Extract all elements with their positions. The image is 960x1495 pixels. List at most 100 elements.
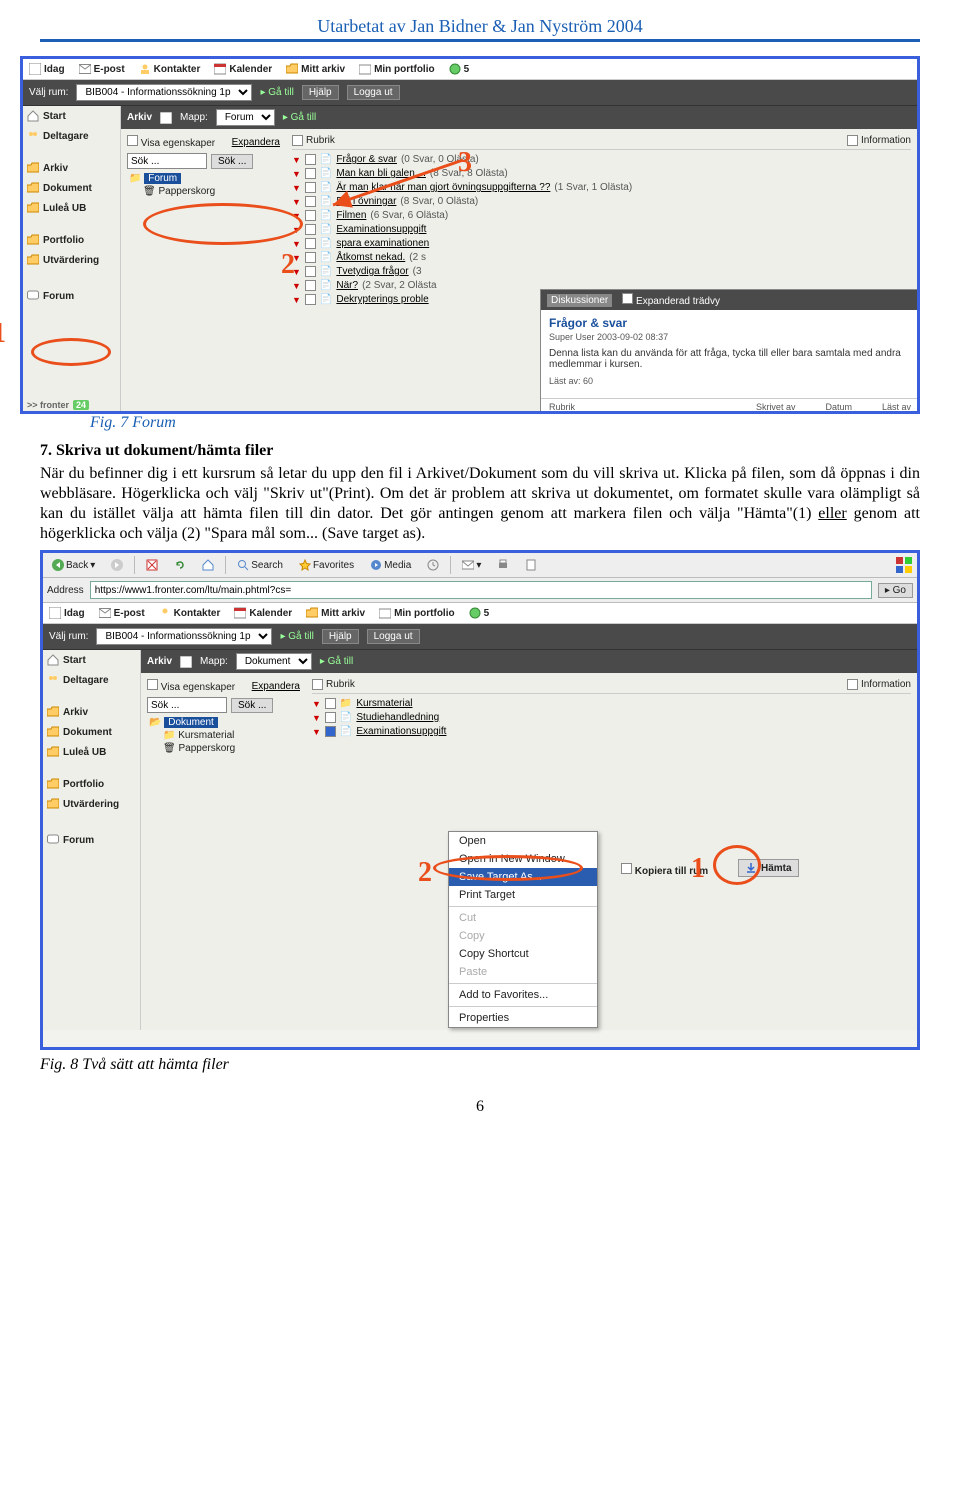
nav-epost[interactable]: E-post (79, 63, 125, 75)
tree-root[interactable]: 📁 Forum (129, 173, 280, 184)
search-button[interactable]: Sök ... (211, 154, 253, 169)
sb2-dokument[interactable]: Dokument (47, 726, 136, 738)
mapp-select[interactable]: Forum (216, 109, 275, 126)
mapp-select-2[interactable]: Dokument (236, 653, 312, 670)
ie-home[interactable] (197, 556, 219, 574)
search-input-2[interactable] (147, 697, 227, 713)
ie-mail[interactable]: ▾ (457, 556, 486, 574)
help-btn[interactable]: Hjälp (302, 85, 339, 100)
nav2-epost[interactable]: E-post (99, 607, 145, 619)
col-rubrik-2[interactable]: Rubrik (312, 679, 355, 690)
hamta-button[interactable]: Hämta (738, 859, 799, 877)
nav2-kalender[interactable]: Kalender (234, 607, 292, 619)
nav2-portfolio[interactable]: Min portfolio (379, 607, 455, 619)
tree2-root[interactable]: 📂 Dokument (149, 717, 300, 728)
ctx-copy-shortcut[interactable]: Copy Shortcut (449, 945, 597, 963)
nav2-idag[interactable]: Idag (49, 607, 85, 619)
ie-history[interactable] (422, 556, 444, 574)
sb-utvardering[interactable]: Utvärdering (27, 254, 116, 266)
nav-kalender[interactable]: Kalender (214, 63, 272, 75)
sb-deltagare[interactable]: Deltagare (27, 130, 116, 142)
file-row[interactable]: ▼ 📁 Kursmaterial (312, 698, 911, 709)
popup-tab[interactable]: Diskussioner (547, 294, 612, 307)
nav-arkiv[interactable]: Mitt arkiv (286, 63, 345, 75)
ie-fav[interactable]: Favorites (294, 556, 359, 574)
thread-row[interactable]: ▼ 📄 Man kan bli galen.... (8 Svar, 8 Olä… (292, 168, 911, 179)
file-row[interactable]: ▼ 📄 Examinationsuppgift (312, 726, 911, 737)
thread-row[interactable]: ▼ 📄 spara examinationen (292, 238, 911, 249)
nav-idag[interactable]: Idag (29, 63, 65, 75)
help-btn-2[interactable]: Hjälp (322, 629, 359, 644)
sb2-start[interactable]: Start (47, 654, 136, 666)
thread-row[interactable]: ▼ 📄 Filmen (6 Svar, 6 Olästa) (292, 210, 911, 221)
screenshot-forum: 3 2 Idag E-post Kontakter Kalender Mitt … (20, 56, 920, 414)
portfolio-icon (359, 63, 371, 75)
nav-notif[interactable]: 5 (449, 63, 470, 75)
nav-portfolio[interactable]: Min portfolio (359, 63, 435, 75)
nav-kontakter[interactable]: Kontakter (139, 63, 201, 75)
ie-search[interactable]: Search (232, 556, 288, 574)
nav-icon[interactable] (180, 656, 192, 668)
ie-media[interactable]: Media (365, 556, 416, 574)
ctx-print-target[interactable]: Print Target (449, 886, 597, 904)
sb-lulea[interactable]: Luleå UB (27, 202, 116, 214)
ctx-open[interactable]: Open (449, 832, 597, 850)
visa-egenskaper[interactable]: Visa egenskaper (127, 135, 215, 149)
search-btn-2[interactable]: Sök ... (231, 698, 273, 713)
sb2-utvardering[interactable]: Utvärdering (47, 798, 136, 810)
tree2-sub[interactable]: 📁 Kursmaterial (149, 730, 300, 741)
col-info-2[interactable]: Information (847, 679, 911, 690)
logout-btn-2[interactable]: Logga ut (367, 629, 420, 644)
ie-print[interactable] (492, 556, 514, 574)
go-to-2[interactable]: ▸ Gå till (280, 631, 313, 642)
thread-row[interactable]: ▼ 📄 Tvetydiga frågor (3 (292, 266, 911, 277)
ie-fwd[interactable] (106, 556, 128, 574)
sb2-deltagare[interactable]: Deltagare (47, 674, 136, 686)
sb2-lulea[interactable]: Luleå UB (47, 746, 136, 758)
ctx-props[interactable]: Properties (449, 1009, 597, 1027)
nav-icon[interactable] (160, 112, 172, 124)
ctx-open-new[interactable]: Open in New Window (449, 850, 597, 868)
col-info[interactable]: Information (847, 135, 911, 146)
file-row[interactable]: ▼ 📄 Studiehandledning (312, 712, 911, 723)
ctx-save-target[interactable]: Save Target As... (449, 868, 597, 886)
logout-btn[interactable]: Logga ut (347, 85, 400, 100)
room-select-2[interactable]: BIB004 - Informationssökning 1p (96, 628, 272, 645)
visa-2[interactable]: Visa egenskaper (147, 679, 235, 693)
go-to-mapp-2[interactable]: ▸ Gå till (320, 656, 353, 667)
room-select[interactable]: BIB004 - Informationssökning 1p (76, 84, 252, 101)
kopiera-label[interactable]: Kopiera till rum (621, 863, 708, 877)
search-input[interactable] (127, 153, 207, 169)
nav2-notif[interactable]: 5 (469, 607, 490, 619)
ie-edit[interactable] (520, 556, 542, 574)
ie-refresh[interactable] (169, 556, 191, 574)
nav2-kontakter[interactable]: Kontakter (159, 607, 221, 619)
sb-portfolio[interactable]: Portfolio (27, 234, 116, 246)
addr-input[interactable] (90, 581, 872, 599)
thread-row[interactable]: ▼ 📄 Åtkomst nekad. (2 s (292, 252, 911, 263)
go-to-btn[interactable]: ▸ Gå till (260, 87, 293, 98)
sb2-arkiv[interactable]: Arkiv (47, 706, 136, 718)
expandera-link[interactable]: Expandera (232, 137, 280, 148)
ie-stop[interactable] (141, 556, 163, 574)
exp-2[interactable]: Expandera (252, 681, 300, 692)
thread-row[interactable]: ▼ 📄 Är man klar när man gjort övningsupp… (292, 182, 911, 193)
sb2-portfolio[interactable]: Portfolio (47, 778, 136, 790)
thread-row[interactable]: ▼ 📄 Frågor & svar (0 Svar, 0 Olästa) (292, 154, 911, 165)
sb2-forum[interactable]: Forum (47, 834, 136, 846)
thread-row[interactable]: ▼ 📄 Fel i övningar (8 Svar, 0 Olästa) (292, 196, 911, 207)
sb-dokument[interactable]: Dokument (27, 182, 116, 194)
sb-arkiv[interactable]: Arkiv (27, 162, 116, 174)
sb-forum[interactable]: Forum (27, 290, 116, 302)
tree2-trash[interactable]: 🗑 Papperskorg (149, 743, 300, 754)
sb-start[interactable]: Start (27, 110, 116, 122)
tree-trash[interactable]: 🗑 Papperskorg (129, 186, 280, 197)
col-rubrik[interactable]: Rubrik (292, 135, 335, 146)
ctx-add-fav[interactable]: Add to Favorites... (449, 986, 597, 1004)
thread-row[interactable]: ▼ 📄 Examinationsuppgift (292, 224, 911, 235)
popup-expand[interactable]: Expanderad trädvy (622, 293, 720, 307)
go-to-mapp[interactable]: ▸ Gå till (283, 112, 316, 123)
addr-go[interactable]: ▸ Go (878, 583, 913, 598)
ie-back[interactable]: Back ▾ (47, 556, 100, 574)
nav2-arkiv[interactable]: Mitt arkiv (306, 607, 365, 619)
